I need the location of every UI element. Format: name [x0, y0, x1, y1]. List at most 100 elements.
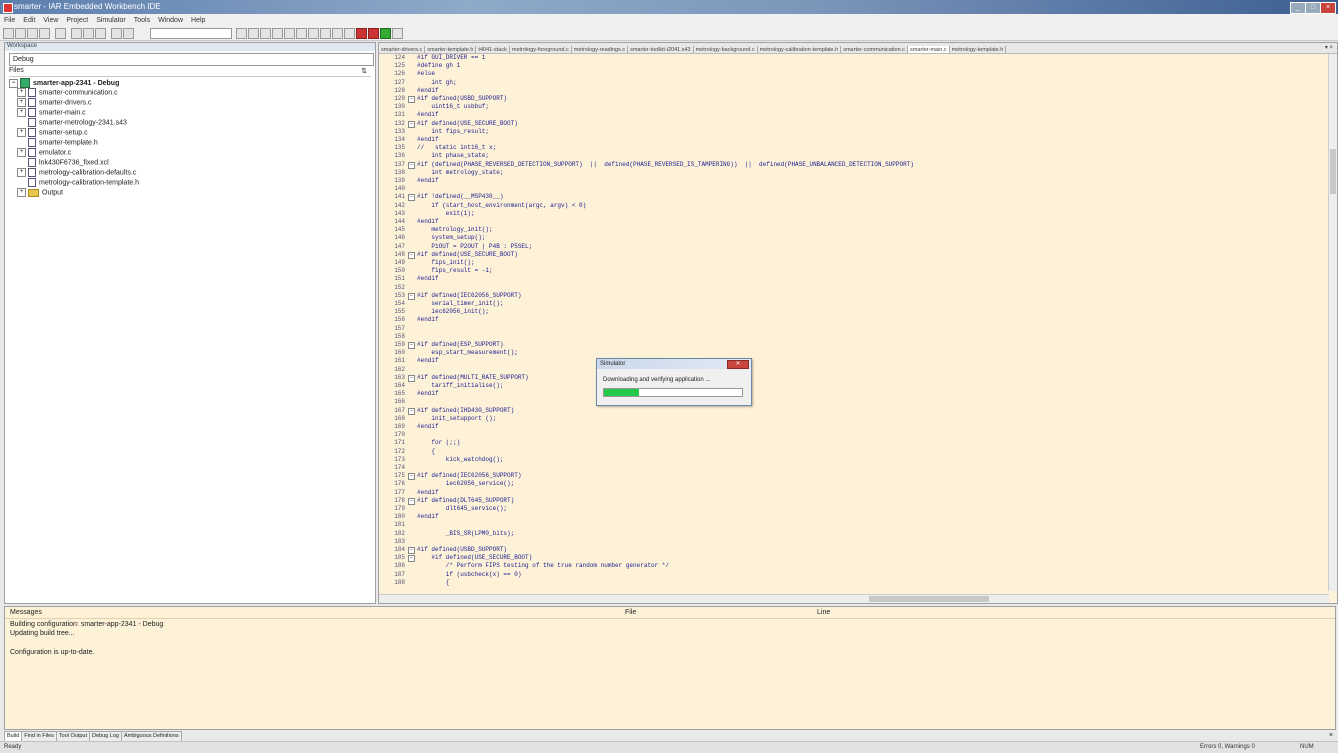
editor-tab[interactable]: t4041-stack: [476, 46, 510, 53]
editor-tab[interactable]: smarter-drivers.c: [379, 46, 426, 53]
menu-window[interactable]: Window: [154, 16, 187, 25]
menu-project[interactable]: Project: [62, 16, 92, 25]
editor-tab[interactable]: smarter-toolkit-i2041.s43: [628, 46, 694, 53]
find-combo[interactable]: [150, 28, 232, 39]
files-options-icon[interactable]: ⇅: [361, 67, 367, 75]
code-line: #if !defined(__MSP430__): [417, 193, 504, 201]
maximize-button[interactable]: □: [1305, 2, 1321, 14]
tree-item[interactable]: + smarter-drivers.c: [9, 98, 371, 108]
paste-icon[interactable]: [95, 28, 106, 39]
tree-item[interactable]: + smarter-main.c: [9, 108, 371, 118]
open-icon[interactable]: [15, 28, 26, 39]
fold-toggle-icon[interactable]: −: [408, 407, 415, 415]
minimize-button[interactable]: _: [1290, 2, 1306, 14]
files-label: Files: [9, 67, 24, 74]
menu-help[interactable]: Help: [187, 16, 209, 25]
editor-tab[interactable]: smarter-template.h: [425, 46, 477, 53]
fold-toggle-icon[interactable]: −: [408, 497, 415, 505]
tree-item[interactable]: lnk430F6736_fixed.xcl: [9, 158, 371, 168]
editor-tab[interactable]: metrology-foreground.c: [510, 46, 572, 53]
redo-icon[interactable]: [123, 28, 134, 39]
expand-toggle-icon[interactable]: −: [9, 78, 18, 88]
menu-tools[interactable]: Tools: [130, 16, 154, 25]
compile-icon[interactable]: [332, 28, 343, 39]
tree-item[interactable]: + smarter-communication.c: [9, 88, 371, 98]
breakpoint-icon[interactable]: [368, 28, 379, 39]
editor-tab[interactable]: metrology-calibration-template.h: [758, 46, 842, 53]
undo-icon[interactable]: [111, 28, 122, 39]
download-debug-icon[interactable]: [380, 28, 391, 39]
copy-icon[interactable]: [83, 28, 94, 39]
configuration-select[interactable]: Debug: [9, 53, 374, 66]
new-file-icon[interactable]: [3, 28, 14, 39]
fold-toggle-icon[interactable]: −: [408, 374, 415, 382]
bookmark-icon[interactable]: [284, 28, 295, 39]
fold-toggle-icon[interactable]: −: [408, 555, 415, 563]
tree-item[interactable]: smarter-metrology-2341.s43: [9, 118, 371, 128]
file-icon: [28, 178, 36, 187]
tree-item[interactable]: metrology-calibration-template.h: [9, 178, 371, 188]
menu-simulator[interactable]: Simulator: [92, 16, 130, 25]
horizontal-scrollbar[interactable]: [379, 594, 1329, 603]
fold-toggle-icon[interactable]: −: [408, 194, 415, 202]
tree-item[interactable]: + Output: [9, 188, 371, 198]
tree-item[interactable]: − smarter-app-2341 - Debug: [9, 78, 371, 88]
fold-toggle-icon[interactable]: −: [408, 473, 415, 481]
menu-file[interactable]: File: [0, 16, 19, 25]
file-column[interactable]: File: [625, 609, 636, 616]
expand-toggle-icon[interactable]: +: [17, 188, 26, 197]
expand-toggle-icon[interactable]: +: [17, 88, 26, 97]
expand-toggle-icon[interactable]: +: [17, 168, 26, 177]
fold-toggle-icon[interactable]: −: [408, 292, 415, 300]
code-editor[interactable]: smarter-drivers.c smarter-template.h t4041…: [378, 42, 1338, 604]
expand-toggle-icon[interactable]: +: [17, 98, 26, 107]
line-column[interactable]: Line: [817, 609, 830, 616]
replace-icon[interactable]: [260, 28, 271, 39]
expand-toggle-icon[interactable]: +: [17, 128, 26, 137]
navigate-forward-icon[interactable]: [320, 28, 331, 39]
editor-tab[interactable]: metrology-readings.c: [572, 46, 629, 53]
bookmark-next-icon[interactable]: [296, 28, 307, 39]
dialog-close-button[interactable]: ✕: [727, 360, 749, 369]
code-line: #if defined(ESP_SUPPORT): [417, 341, 504, 348]
fold-toggle-icon[interactable]: −: [408, 547, 415, 554]
navigate-back-icon[interactable]: [308, 28, 319, 39]
tree-item[interactable]: smarter-template.h: [9, 138, 371, 148]
fold-toggle-icon[interactable]: −: [408, 251, 415, 259]
editor-tab[interactable]: smarter-communication.c: [841, 46, 908, 53]
tree-item[interactable]: + smarter-setup.c: [9, 128, 371, 138]
fold-toggle-icon[interactable]: −: [408, 342, 415, 349]
debug-no-download-icon[interactable]: [392, 28, 403, 39]
expand-toggle-icon[interactable]: +: [17, 148, 26, 157]
expand-toggle-icon[interactable]: +: [17, 108, 26, 117]
find-prev-icon[interactable]: [248, 28, 259, 39]
tree-item[interactable]: + metrology-calibration-defaults.c: [9, 168, 371, 178]
print-icon[interactable]: [55, 28, 66, 39]
horizontal-scroll-thumb[interactable]: [869, 596, 989, 602]
fold-toggle-icon[interactable]: −: [408, 96, 415, 103]
fold-toggle-icon[interactable]: −: [408, 120, 415, 128]
find-next-icon[interactable]: [236, 28, 247, 39]
fold-toggle-icon[interactable]: −: [408, 161, 415, 169]
tree-item-label: smarter-main.c: [39, 109, 86, 117]
editor-tab[interactable]: metrology-template.h: [950, 46, 1007, 53]
code-area[interactable]: #if GUI_DRIVER == 1 #define gh 1 #else int…: [415, 54, 1315, 589]
messages-column[interactable]: Messages: [10, 609, 42, 616]
vertical-scrollbar[interactable]: [1328, 54, 1337, 591]
file-tree: − smarter-app-2341 - Debug + smarter-commun…: [9, 78, 371, 198]
line-number: 152: [394, 283, 405, 291]
menu-edit[interactable]: Edit: [19, 16, 39, 25]
cut-icon[interactable]: [71, 28, 82, 39]
editor-tab[interactable]: metrology-background.c: [694, 46, 758, 53]
close-window-button[interactable]: ×: [1320, 2, 1336, 14]
menu-view[interactable]: View: [39, 16, 62, 25]
make-icon[interactable]: [344, 28, 355, 39]
save-all-icon[interactable]: [39, 28, 50, 39]
stop-build-icon[interactable]: [356, 28, 367, 39]
save-icon[interactable]: [27, 28, 38, 39]
editor-tab[interactable]: smarter-main.c: [907, 46, 950, 53]
goto-icon[interactable]: [272, 28, 283, 39]
vertical-scroll-thumb[interactable]: [1330, 149, 1336, 194]
editor-tab-menu-icon[interactable]: ▾ ×: [1325, 44, 1333, 51]
tree-item[interactable]: + emulator.c: [9, 148, 371, 158]
